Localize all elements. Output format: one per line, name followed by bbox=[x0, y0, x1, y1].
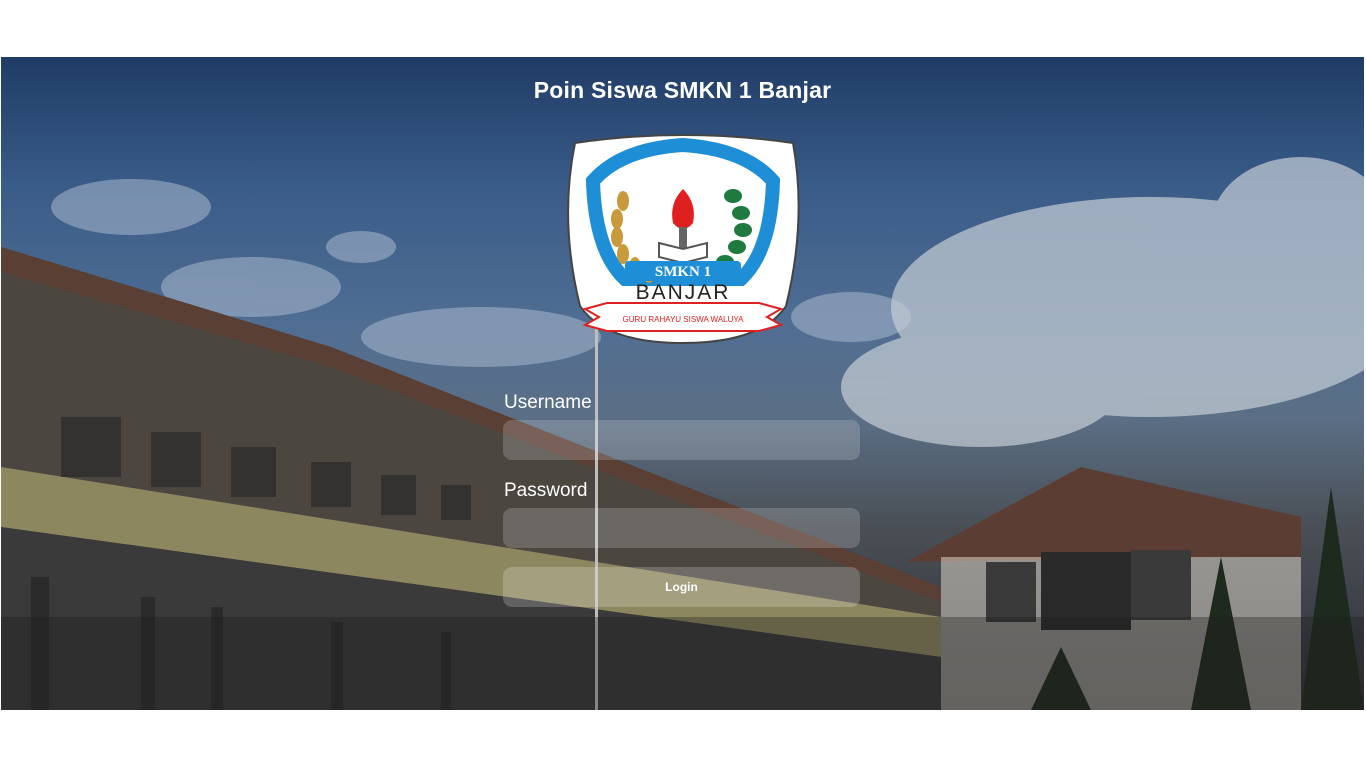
login-form: Username Password Login bbox=[503, 392, 860, 607]
username-label: Username bbox=[504, 392, 592, 413]
logo-motto-text: GURU RAHAYU SISWA WALUYA bbox=[623, 315, 745, 324]
school-logo: SMKN 1 BANJAR GURU RAHAYU SISWA WALUYA bbox=[567, 134, 800, 345]
login-hero: Poin Siswa SMKN 1 Banjar SMKN 1 BANJAR G… bbox=[1, 57, 1364, 710]
password-label: Password bbox=[504, 480, 588, 501]
logo-city-text: BANJAR bbox=[636, 281, 731, 304]
logo-school-text: SMKN 1 bbox=[655, 264, 711, 280]
password-input[interactable] bbox=[503, 508, 860, 548]
username-input[interactable] bbox=[503, 420, 860, 460]
page-title: Poin Siswa SMKN 1 Banjar bbox=[533, 77, 832, 103]
login-button[interactable]: Login bbox=[503, 567, 860, 607]
